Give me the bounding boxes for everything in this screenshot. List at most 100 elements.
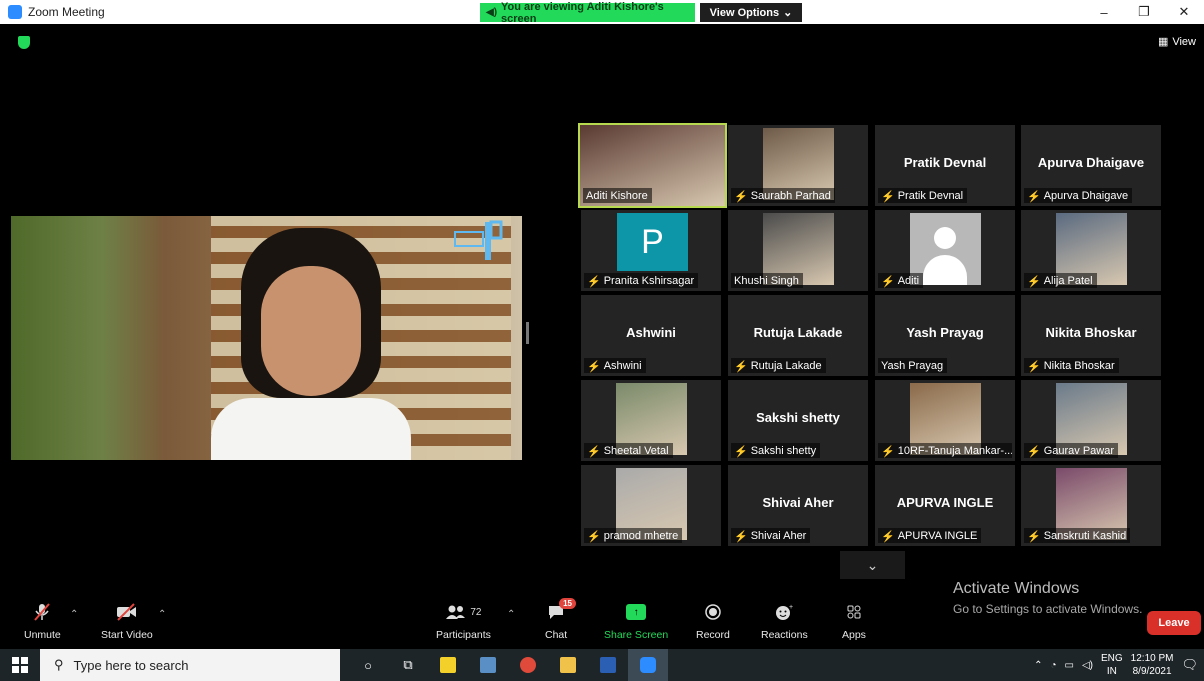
unmute-button[interactable]: Unmute — [24, 601, 61, 641]
participant-tile[interactable]: ⚡ Sanskruti Kashid — [1021, 465, 1161, 546]
participant-name: Rutuja Lakade — [750, 360, 822, 372]
remote-desktop-icon[interactable] — [468, 649, 508, 681]
share-screen-button[interactable]: ↑ Share Screen — [604, 601, 668, 641]
participant-name: Yash Prayag — [881, 360, 944, 372]
speaker-icon: ◀) — [486, 7, 498, 18]
grid-icon: ▦ — [1157, 36, 1169, 48]
sticky-notes-icon[interactable] — [428, 649, 468, 681]
chrome-icon[interactable] — [508, 649, 548, 681]
volume-icon[interactable]: ◁) — [1082, 660, 1093, 671]
taskbar-clock[interactable]: 12:10 PM 8/9/2021 — [1131, 652, 1174, 678]
participants-icon: 72 — [445, 601, 481, 623]
participant-tile[interactable]: Shivai Aher ⚡ Shivai Aher — [728, 465, 868, 546]
notifications-icon[interactable]: 🗨 — [1181, 657, 1198, 673]
muted-mic-icon: ⚡ — [881, 530, 895, 543]
participant-tile[interactable]: Yash Prayag Yash Prayag — [875, 295, 1015, 376]
participant-display-name: APURVA INGLE — [896, 495, 994, 510]
apps-icon — [846, 601, 862, 623]
security-shield-icon[interactable] — [18, 36, 30, 49]
participant-tile[interactable]: ⚡ pramod mhetre — [581, 465, 721, 546]
view-options-button[interactable]: View Options ⌄ — [700, 3, 802, 22]
participant-tile[interactable]: Pratik Devnal ⚡ Pratik Devnal — [875, 125, 1015, 206]
participant-tile[interactable]: Khushi Singh — [728, 210, 868, 291]
participant-tile[interactable]: Sakshi shetty ⚡ Sakshi shetty — [728, 380, 868, 461]
participant-tile[interactable]: Apurva Dhaigave ⚡ Apurva Dhaigave — [1021, 125, 1161, 206]
muted-mic-icon: ⚡ — [734, 530, 748, 543]
participant-tile[interactable]: ⚡ 10RF-Tanuja Mankar-... — [875, 380, 1015, 461]
audio-options-caret[interactable]: ⌃ — [70, 609, 78, 620]
participant-tile[interactable]: ⚡ Saurabh Parhad — [728, 125, 868, 206]
participant-name: Khushi Singh — [734, 275, 799, 287]
minimize-button[interactable]: – — [1084, 0, 1124, 24]
participant-name-label: ⚡ Ashwini — [584, 358, 646, 373]
chat-icon: 15 — [547, 598, 576, 623]
participant-tile[interactable]: ⚡ Gaurav Pawar — [1021, 380, 1161, 461]
svg-text:+: + — [789, 604, 793, 611]
participant-tile[interactable]: Aditi Kishore — [578, 123, 727, 208]
split-drag-handle[interactable] — [526, 322, 529, 344]
muted-mic-icon: ⚡ — [1027, 190, 1041, 203]
participant-name: Shivai Aher — [750, 530, 807, 542]
participants-button[interactable]: 72 Participants — [436, 601, 491, 641]
restore-button[interactable]: ❐ — [1124, 0, 1164, 24]
video-options-caret[interactable]: ⌃ — [158, 609, 166, 620]
chat-button[interactable]: 15 Chat — [545, 598, 576, 641]
participant-name-label: ⚡ Sheetal Vetal — [584, 443, 673, 458]
taskbar-search-box[interactable]: ⚲ Type here to search — [40, 649, 340, 681]
participant-tile[interactable]: APURVA INGLE ⚡ APURVA INGLE — [875, 465, 1015, 546]
record-icon — [704, 601, 722, 623]
battery-icon[interactable]: ▭ — [1065, 660, 1074, 671]
participant-tile[interactable]: ⚡ Alija Patel — [1021, 210, 1161, 291]
search-icon: ⚲ — [54, 657, 64, 672]
zoom-taskbar-icon[interactable] — [628, 649, 668, 681]
windows-start-button[interactable] — [0, 649, 40, 681]
clock-date: 8/9/2021 — [1132, 666, 1172, 677]
participant-name: 10RF-Tanuja Mankar-... — [897, 445, 1012, 457]
participant-name: Sakshi shetty — [750, 445, 817, 457]
participant-name: Apurva Dhaigave — [1043, 190, 1129, 202]
participants-label: Participants — [436, 629, 491, 641]
view-button[interactable]: ▦ View — [1157, 35, 1196, 49]
reactions-button[interactable]: + Reactions — [761, 601, 808, 641]
lang-top: ENG — [1101, 653, 1123, 664]
close-button[interactable]: ✕ — [1164, 0, 1204, 24]
participant-tile[interactable]: Rutuja Lakade ⚡ Rutuja Lakade — [728, 295, 868, 376]
network-icon[interactable]: ◔ — [1050, 660, 1056, 671]
muted-mic-icon: ⚡ — [734, 360, 748, 373]
participant-name-label: ⚡ Aditi — [878, 273, 924, 288]
apps-button[interactable]: Apps — [842, 601, 866, 641]
leave-button[interactable]: Leave — [1147, 611, 1201, 635]
start-video-button[interactable]: Start Video — [101, 601, 153, 641]
participant-name-label: ⚡ Pratik Devnal — [878, 188, 968, 203]
viewing-banner-text: You are viewing Aditi Kishore's screen — [501, 0, 664, 25]
next-page-button[interactable]: ⌄ — [840, 551, 905, 579]
task-view-icon[interactable]: ⧉ — [388, 649, 428, 681]
record-label: Record — [696, 629, 730, 641]
show-hidden-icons-icon[interactable]: ⌃ — [1034, 660, 1042, 671]
record-button[interactable]: Record — [696, 601, 730, 641]
cortana-icon[interactable]: ○ — [348, 649, 388, 681]
view-label: View — [1172, 35, 1196, 48]
participant-tile[interactable]: ⚡ Aditi — [875, 210, 1015, 291]
file-explorer-icon[interactable] — [548, 649, 588, 681]
chat-unread-badge: 15 — [559, 598, 576, 609]
input-language[interactable]: ENG IN — [1101, 652, 1123, 678]
participant-tile[interactable]: Nikita Bhoskar ⚡ Nikita Bhoskar — [1021, 295, 1161, 376]
muted-mic-icon: ⚡ — [587, 360, 601, 373]
word-icon[interactable] — [588, 649, 628, 681]
participant-tile[interactable]: P ⚡ Pranita Kshirsagar — [581, 210, 721, 291]
participant-tile[interactable]: ⚡ Sheetal Vetal — [581, 380, 721, 461]
participant-name-label: ⚡ Rutuja Lakade — [731, 358, 826, 373]
taskbar-search-placeholder: Type here to search — [73, 657, 189, 673]
window-controls: – ❐ ✕ — [1084, 0, 1204, 24]
participant-tile[interactable]: Ashwini ⚡ Ashwini — [581, 295, 721, 376]
shared-screen[interactable] — [11, 196, 522, 473]
participant-name: Alija Patel — [1043, 275, 1093, 287]
participant-name-label: ⚡ Gaurav Pawar — [1024, 443, 1119, 458]
participants-options-caret[interactable]: ⌃ — [507, 609, 515, 620]
participant-name-label: ⚡ Apurva Dhaigave — [1024, 188, 1133, 203]
participant-name: Pranita Kshirsagar — [603, 275, 695, 287]
reactions-icon: + — [774, 601, 794, 623]
zoom-app-icon — [8, 5, 22, 19]
participant-name: pramod mhetre — [603, 530, 679, 542]
